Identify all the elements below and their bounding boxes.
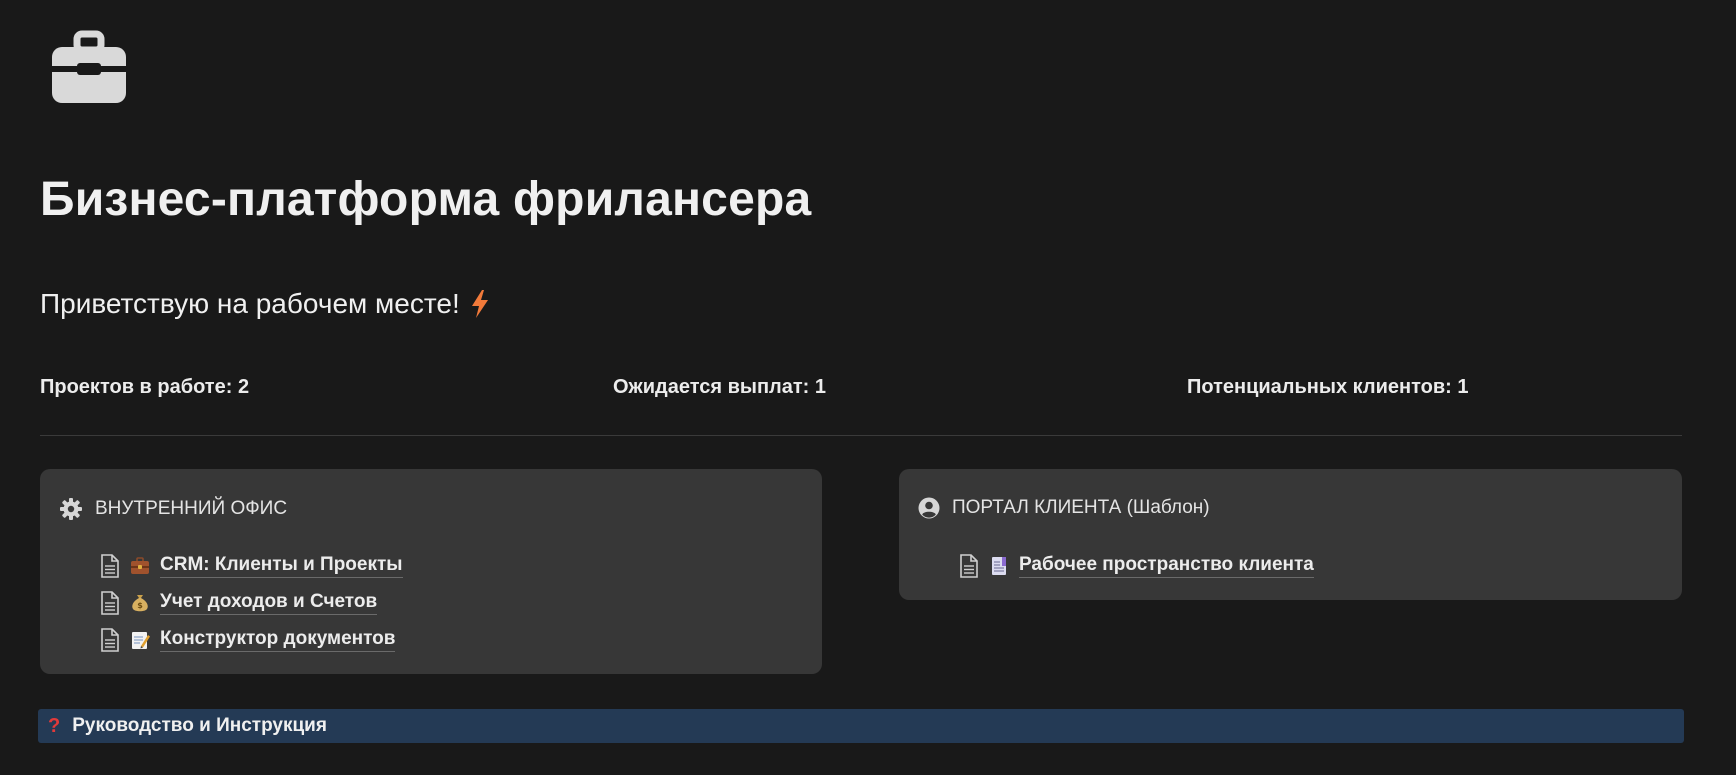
link-crm[interactable]: CRM: Клиенты и Проекты <box>100 547 403 584</box>
briefcase-icon[interactable] <box>50 30 128 108</box>
bookmark-tabs-icon <box>989 556 1009 576</box>
link-income[interactable]: $ Учет доходов и Счетов <box>100 584 403 621</box>
svg-text:$: $ <box>137 601 143 610</box>
question-mark-icon: ? <box>48 715 61 737</box>
greeting-text: Приветствую на рабочем месте! <box>40 288 460 319</box>
stat-potential-clients: Потенциальных клиентов: 1 <box>1187 376 1469 398</box>
divider <box>40 435 1682 436</box>
guide-label: Руководство и Инструкция <box>72 715 327 736</box>
stats-row: Проектов в работе: 2 Ожидается выплат: 1… <box>0 376 1736 400</box>
page-icon <box>100 627 120 652</box>
page-icon <box>959 553 979 578</box>
link-client-workspace[interactable]: Рабочее пространство клиента <box>959 547 1314 584</box>
client-portal-links: Рабочее пространство клиента <box>959 547 1314 584</box>
memo-icon <box>130 630 150 650</box>
lightning-icon <box>470 289 490 319</box>
link-income-label: Учет доходов и Счетов <box>160 591 378 615</box>
guide-toggle[interactable]: ? Руководство и Инструкция <box>38 709 1684 743</box>
money-bag-icon: $ <box>130 593 150 613</box>
page-title: Бизнес-платформа фрилансера <box>40 173 812 226</box>
greeting-heading: Приветствую на рабочем месте! <box>40 288 490 320</box>
page-icon <box>100 553 120 578</box>
internal-office-header: ВНУТРЕННИЙ ОФИС <box>59 497 287 521</box>
client-portal-header: ПОРТАЛ КЛИЕНТА (Шаблон) <box>918 497 1210 519</box>
client-portal-title: ПОРТАЛ КЛИЕНТА (Шаблон) <box>952 497 1210 518</box>
page: Бизнес-платформа фрилансера Приветствую … <box>0 0 1736 775</box>
link-doc-builder[interactable]: Конструктор документов <box>100 621 403 658</box>
user-circle-icon <box>918 497 940 519</box>
client-portal-card: ПОРТАЛ КЛИЕНТА (Шаблон) Рабочее простран… <box>899 469 1682 600</box>
internal-office-links: CRM: Клиенты и Проекты $ Учет доходов и … <box>100 547 403 658</box>
gear-icon <box>59 497 83 521</box>
link-doc-builder-label: Конструктор документов <box>160 628 396 652</box>
briefcase-icon <box>130 556 150 576</box>
stat-projects-in-progress: Проектов в работе: 2 <box>40 376 250 398</box>
internal-office-card: ВНУТРЕННИЙ ОФИС CRM: Клиенты и Проекты $… <box>40 469 822 674</box>
link-crm-label: CRM: Клиенты и Проекты <box>160 554 403 578</box>
link-client-workspace-label: Рабочее пространство клиента <box>1019 554 1314 578</box>
page-icon <box>100 590 120 615</box>
stat-pending-payments: Ожидается выплат: 1 <box>613 376 827 398</box>
internal-office-title: ВНУТРЕННИЙ ОФИС <box>95 498 288 519</box>
